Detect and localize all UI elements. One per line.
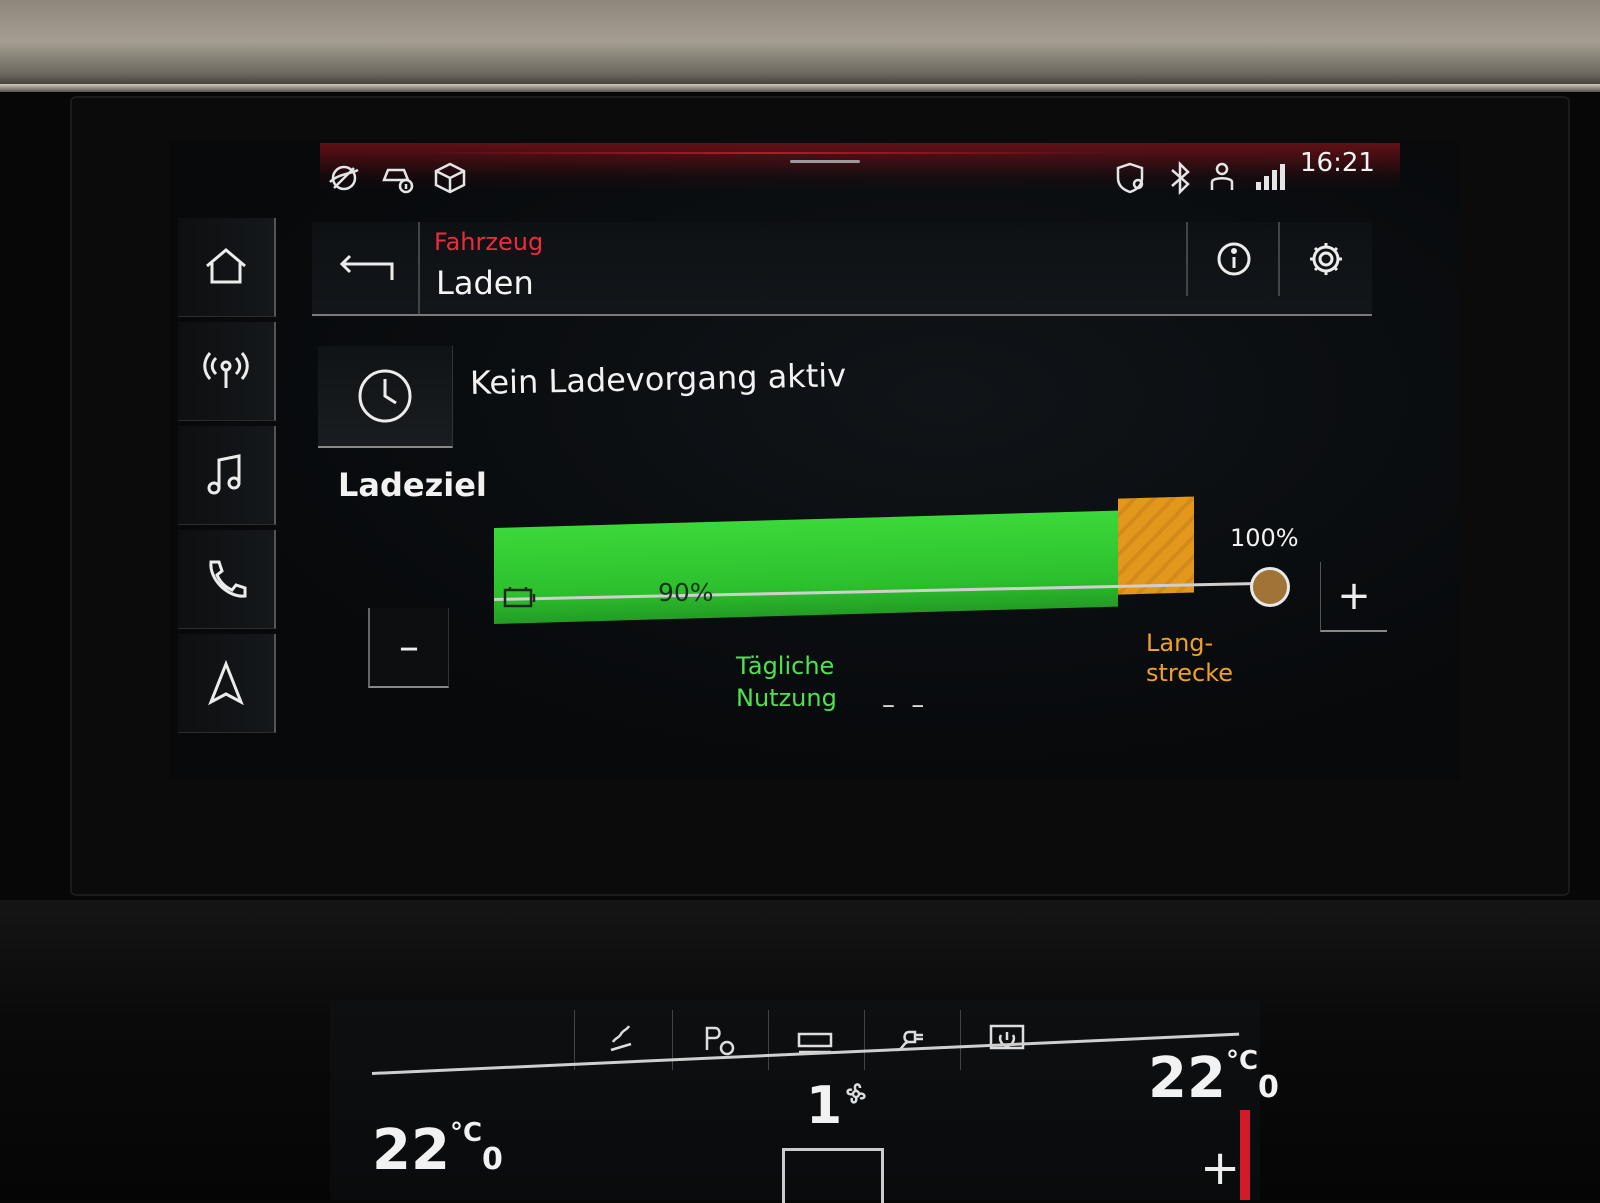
page-header: Fahrzeug Laden xyxy=(312,222,1372,316)
nav-media[interactable] xyxy=(178,426,276,525)
slider-knob[interactable] xyxy=(1250,567,1290,607)
fan-icon xyxy=(842,1080,870,1108)
package-icon xyxy=(432,160,468,196)
drawer-handle[interactable] xyxy=(790,160,860,163)
temp-right-unit: °C xyxy=(1225,1046,1259,1076)
user-profile-icon xyxy=(1206,160,1242,196)
gear-icon xyxy=(1310,243,1342,275)
info-button[interactable] xyxy=(1186,222,1280,296)
fan-slider[interactable] xyxy=(782,1148,884,1203)
long-distance-label: Lang- strecke xyxy=(1146,628,1266,688)
daily-use-label: Tägliche Nutzung xyxy=(736,650,876,714)
page-title: Laden xyxy=(436,264,534,302)
dashboard-trim xyxy=(0,0,1600,92)
home-icon xyxy=(206,248,246,284)
charge-target-title: Ladeziel xyxy=(338,466,487,504)
clock: 16:21 xyxy=(1300,148,1375,178)
charge-target-bar[interactable] xyxy=(494,496,1194,626)
climate-tab-charge-plug[interactable] xyxy=(864,1010,957,1070)
back-button[interactable] xyxy=(312,222,420,314)
minus-label: – xyxy=(399,624,419,670)
long-label-line2: strecke xyxy=(1146,659,1234,687)
increase-target-button[interactable]: + xyxy=(1320,562,1387,632)
long-label-line1: Lang- xyxy=(1146,629,1214,657)
temp-left-main: 22 xyxy=(372,1118,450,1183)
breadcrumb[interactable]: Fahrzeug xyxy=(434,228,543,256)
main-nav-rail xyxy=(178,218,290,748)
fan-level[interactable]: 1 xyxy=(806,1076,842,1136)
temp-right-dec: 0 xyxy=(1258,1070,1279,1105)
vehicle-info-icon xyxy=(380,160,416,196)
decrease-target-button[interactable]: – xyxy=(368,608,449,688)
charge-target-value: 90% xyxy=(658,578,714,607)
temp-right[interactable]: 22°C0 xyxy=(1148,1046,1279,1111)
charge-plug-icon xyxy=(896,1030,923,1052)
phone-icon xyxy=(209,560,247,598)
connectivity-icon xyxy=(326,160,362,196)
nav-radio[interactable] xyxy=(178,322,276,421)
charge-timer-button[interactable] xyxy=(318,346,453,448)
battery-icon xyxy=(502,584,538,612)
park-assist-icon xyxy=(705,1026,735,1056)
status-bar-accent xyxy=(420,152,1120,154)
nav-navigation[interactable] xyxy=(178,634,276,733)
lte-signal-icon xyxy=(1252,160,1288,196)
temp-right-increase[interactable]: + xyxy=(1200,1140,1240,1196)
climate-power-icon xyxy=(989,1024,1025,1050)
music-note-icon xyxy=(207,454,241,495)
daily-label-line2: Nutzung xyxy=(736,684,837,712)
charge-status-text: Kein Ladevorgang aktiv xyxy=(469,356,847,402)
seat-heating-icon xyxy=(610,1025,632,1052)
daily-use-segment xyxy=(494,510,1118,624)
info-icon xyxy=(1217,242,1251,276)
clock-icon xyxy=(358,369,412,423)
temp-right-indicator xyxy=(1240,1110,1250,1200)
bluetooth-icon xyxy=(1162,160,1198,196)
placeholder-dashes: – – xyxy=(882,690,929,720)
temp-left-dec: 0 xyxy=(482,1142,503,1177)
long-distance-segment xyxy=(1118,496,1194,595)
back-arrow-icon xyxy=(339,254,394,280)
navigation-arrow-icon xyxy=(208,659,244,706)
nav-home[interactable] xyxy=(178,218,276,317)
plus-label: + xyxy=(1337,573,1371,619)
temp-left-unit: °C xyxy=(449,1118,483,1148)
max-label: 100% xyxy=(1230,524,1299,552)
radio-antenna-icon xyxy=(203,352,249,388)
temp-left[interactable]: 22°C0 xyxy=(372,1118,503,1183)
nav-phone[interactable] xyxy=(178,530,276,629)
dashboard-chrome-strip xyxy=(0,84,1600,92)
daily-label-line1: Tägliche xyxy=(736,652,835,680)
location-privacy-icon xyxy=(1114,160,1150,196)
settings-button[interactable] xyxy=(1278,222,1372,296)
climate-tab-rear-defrost[interactable] xyxy=(768,1010,861,1070)
climate-tab-power[interactable] xyxy=(960,1010,1053,1070)
climate-tab-park-assist[interactable] xyxy=(672,1010,765,1070)
temp-right-main: 22 xyxy=(1148,1046,1226,1111)
